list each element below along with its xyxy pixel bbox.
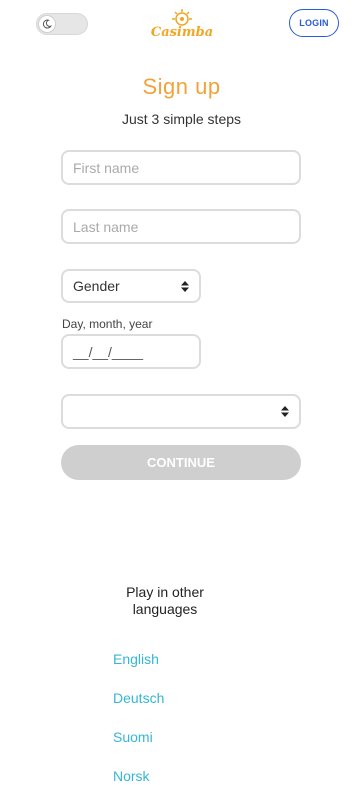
select-arrows-icon [281,406,289,417]
select-arrows-icon [181,280,189,292]
country-select[interactable] [61,394,301,429]
language-link-suomi[interactable]: Suomi [113,729,153,745]
first-name-field[interactable]: First name [61,150,301,185]
dob-value: __/__/____ [73,343,144,360]
logo-text: Casimba [150,25,214,40]
languages-title: Play in other languages [0,584,330,618]
language-link-norsk[interactable]: Norsk [113,768,150,784]
language-link-deutsch[interactable]: Deutsch [113,690,164,706]
moon-icon [38,15,56,33]
last-name-field[interactable]: Last name [61,209,301,244]
login-button[interactable]: LOGIN [289,9,339,37]
last-name-placeholder: Last name [73,218,139,235]
gender-select[interactable]: Gender [61,269,201,303]
page-subtitle: Just 3 simple steps [121,111,242,127]
continue-button[interactable]: CONTINUE [61,445,301,480]
theme-toggle[interactable] [36,13,88,35]
header: Casimba LOGIN [0,0,363,50]
language-link-english[interactable]: English [113,651,159,667]
page-title: Sign up [142,74,221,99]
date-of-birth-field[interactable]: __/__/____ [61,334,201,369]
casimba-logo[interactable]: Casimba [150,8,214,40]
languages-title-text: Play in other languages [126,584,204,617]
gender-value: Gender [73,278,120,294]
first-name-placeholder: First name [73,159,140,176]
dob-label: Day, month, year [62,317,153,331]
